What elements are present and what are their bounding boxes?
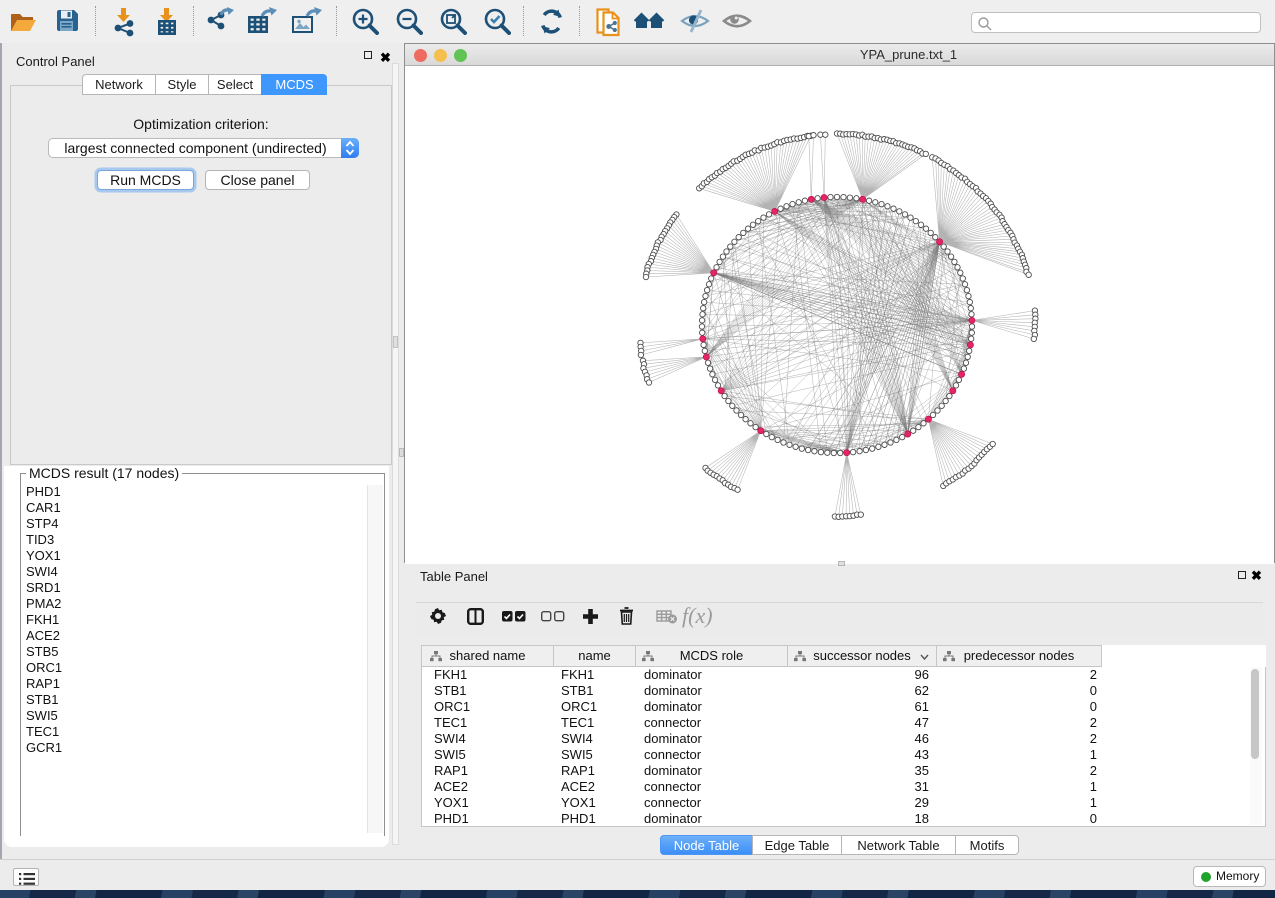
svg-text:f(x): f(x) [682,603,713,628]
